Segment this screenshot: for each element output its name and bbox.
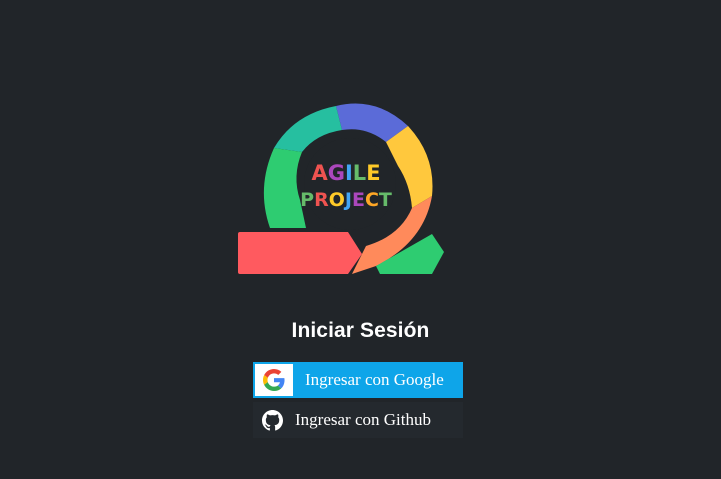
logo-letter: A: [311, 161, 328, 185]
logo-segment-red-bar: [238, 232, 362, 274]
agile-project-logo: AGILE PROJECT: [236, 96, 462, 282]
logo-letter: C: [365, 189, 379, 211]
logo-graphic: AGILE PROJECT: [238, 103, 444, 274]
logo-word-agile: AGILE: [311, 161, 380, 185]
logo-letter: E: [352, 189, 365, 211]
github-icon: [262, 410, 283, 431]
logo-letter: L: [353, 161, 366, 185]
google-login-label: Ingresar con Google: [305, 370, 444, 389]
logo-letter: I: [345, 161, 353, 185]
logo-letter: T: [379, 189, 392, 211]
google-login-button[interactable]: Ingresar con Google: [253, 362, 463, 398]
logo-letter: R: [314, 189, 329, 211]
logo-letter: J: [343, 189, 352, 211]
logo-letter: P: [300, 189, 314, 211]
github-login-button[interactable]: Ingresar con Github: [253, 402, 463, 438]
github-login-label: Ingresar con Github: [295, 410, 431, 429]
login-title: Iniciar Sesión: [291, 319, 430, 342]
logo-letter: G: [328, 161, 345, 185]
logo-letter: O: [329, 189, 345, 211]
google-icon: [263, 369, 285, 391]
logo-word-project: PROJECT: [300, 189, 392, 211]
google-icon-container: [255, 364, 293, 396]
logo-letter: E: [366, 161, 380, 185]
